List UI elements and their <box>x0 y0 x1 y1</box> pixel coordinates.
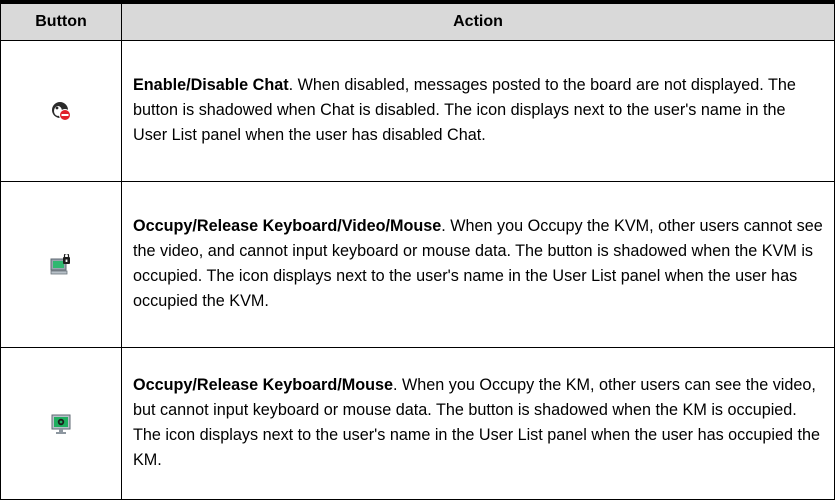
table-header-row: Button Action <box>0 0 835 41</box>
action-cell: Occupy/Release Keyboard/Video/Mouse. Whe… <box>121 181 835 348</box>
occupy-km-icon <box>50 413 72 435</box>
table-row: Occupy/Release Keyboard/Mouse. When you … <box>0 347 835 500</box>
action-title: Occupy/Release Keyboard/Video/Mouse <box>133 217 442 235</box>
table-row: Enable/Disable Chat. When disabled, mess… <box>0 40 835 182</box>
action-cell: Enable/Disable Chat. When disabled, mess… <box>121 40 835 182</box>
header-action: Action <box>121 0 835 41</box>
button-cell <box>0 40 122 182</box>
chat-disabled-icon <box>50 100 72 122</box>
table-row: Occupy/Release Keyboard/Video/Mouse. Whe… <box>0 181 835 348</box>
button-cell <box>0 181 122 348</box>
button-action-table: Button Action Enable/Disable Chat. When … <box>0 0 835 500</box>
action-title: Occupy/Release Keyboard/Mouse <box>133 376 393 394</box>
button-cell <box>0 347 122 500</box>
occupy-kvm-icon <box>50 252 72 276</box>
action-title: Enable/Disable Chat <box>133 76 289 94</box>
action-cell: Occupy/Release Keyboard/Mouse. When you … <box>121 347 835 500</box>
header-button: Button <box>0 0 122 41</box>
